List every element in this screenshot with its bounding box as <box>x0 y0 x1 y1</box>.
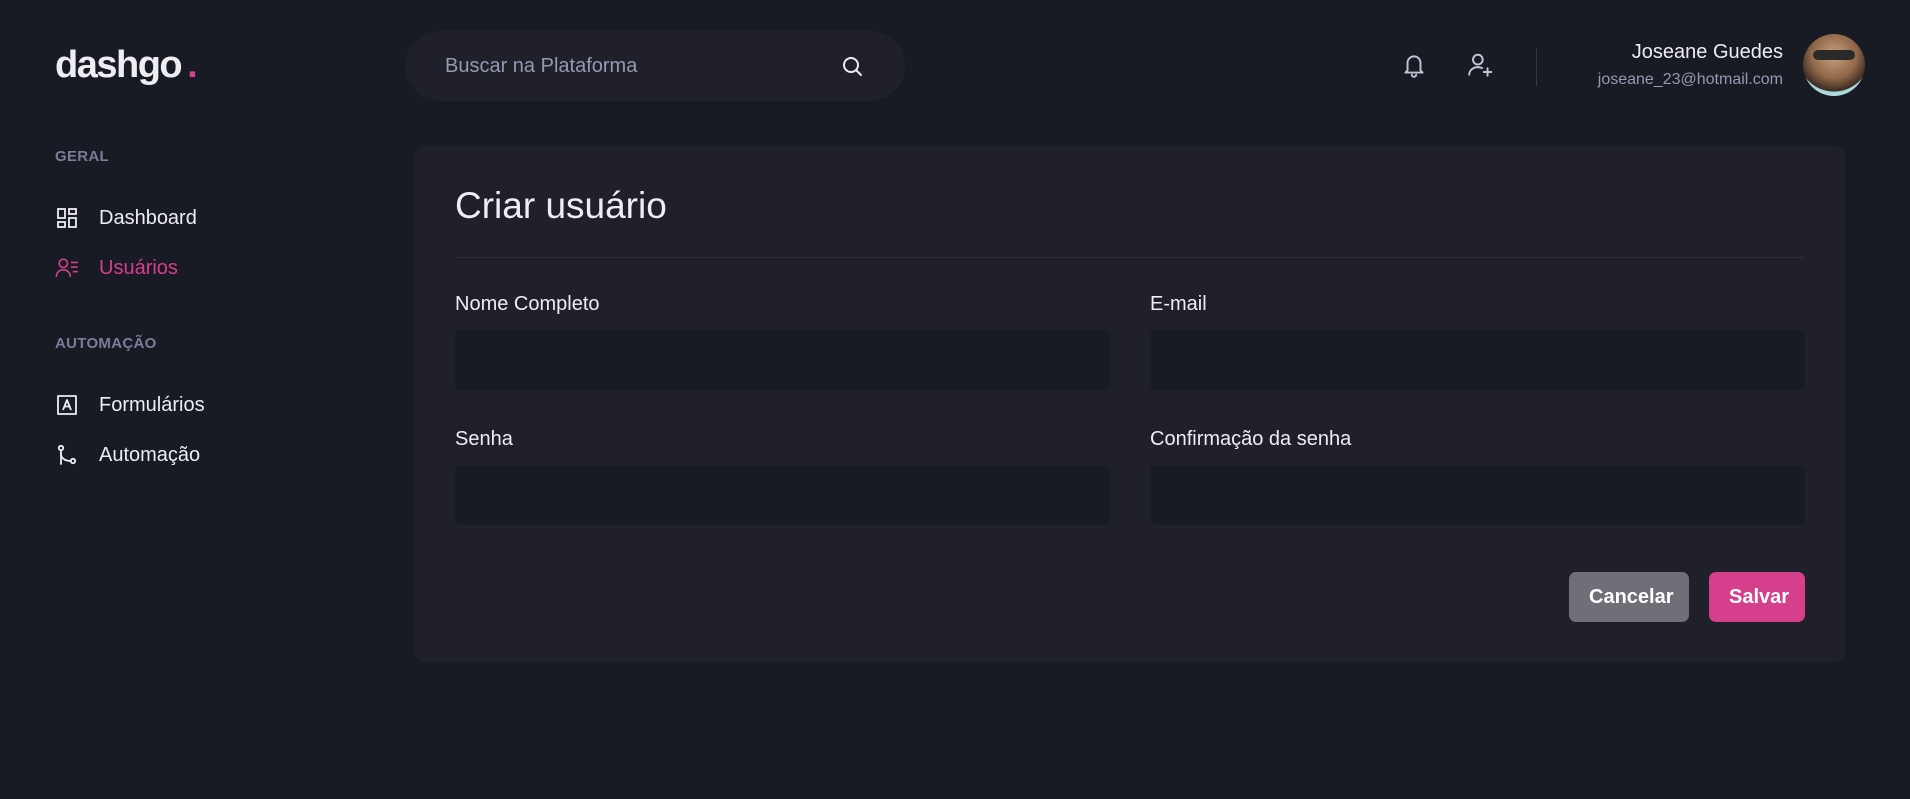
profile-name: Joseane Guedes <box>1631 40 1783 63</box>
header-actions <box>1400 50 1494 80</box>
password-confirm-label: Confirmação da senha <box>1150 427 1352 450</box>
password-confirm-field[interactable] <box>1150 464 1805 525</box>
sidebar: GERAL Dashboard Usuários AUTOMAÇÃO Formu… <box>55 148 355 492</box>
name-field[interactable] <box>455 329 1110 390</box>
email-field[interactable] <box>1150 329 1805 390</box>
logo-text: dashgo <box>55 44 183 86</box>
form-actions: Cancelar Salvar <box>1569 572 1805 622</box>
profile-info: Joseane Guedes joseane_23@hotmail.com <box>1598 39 1783 91</box>
sidebar-nav: Formulários Automação <box>55 392 355 468</box>
bell-icon[interactable] <box>1400 50 1428 80</box>
sidebar-item-automacao[interactable]: Automação <box>55 442 355 468</box>
avatar[interactable] <box>1803 34 1865 96</box>
form-icon <box>55 393 79 417</box>
search-input[interactable] <box>445 54 839 78</box>
password-field[interactable] <box>455 464 1110 525</box>
sidebar-section-title: GERAL <box>55 148 109 165</box>
password-label: Senha <box>455 427 513 450</box>
sidebar-item-dashboard[interactable]: Dashboard <box>55 205 355 231</box>
user-profile[interactable]: Joseane Guedes joseane_23@hotmail.com <box>1598 34 1865 96</box>
sidebar-section-automacao: AUTOMAÇÃO Formulários Automação <box>55 335 355 468</box>
profile-email: joseane_23@hotmail.com <box>1597 70 1783 88</box>
cancel-button[interactable]: Cancelar <box>1569 572 1689 622</box>
create-user-form: Nome Completo E-mail Senha Confirmação d… <box>455 293 1805 525</box>
git-branch-icon <box>55 443 79 467</box>
dashboard-icon <box>55 206 79 230</box>
sidebar-item-label: Formulários <box>99 393 205 416</box>
sidebar-item-formularios[interactable]: Formulários <box>55 392 355 418</box>
sidebar-item-label: Usuários <box>99 256 178 279</box>
search-bar <box>405 31 905 101</box>
form-field-name: Nome Completo <box>455 293 1110 390</box>
sidebar-nav: Dashboard Usuários <box>55 205 355 281</box>
sidebar-section-title: AUTOMAÇÃO <box>55 335 157 352</box>
users-icon <box>55 256 79 280</box>
form-field-password-confirm: Confirmação da senha <box>1150 428 1805 525</box>
form-field-email: E-mail <box>1150 293 1805 390</box>
app: dashgo. Joseane Guedes joseane_23@hot <box>0 0 1910 799</box>
sidebar-item-label: Dashboard <box>99 206 197 229</box>
form-field-password: Senha <box>455 428 1110 525</box>
logo[interactable]: dashgo. <box>55 44 198 87</box>
title-divider <box>455 256 1805 258</box>
create-user-card: Criar usuário Nome Completo E-mail Senha… <box>415 146 1845 662</box>
save-button[interactable]: Salvar <box>1709 572 1805 622</box>
sidebar-item-label: Automação <box>99 443 201 466</box>
name-label: Nome Completo <box>455 292 600 315</box>
logo-dot: . <box>187 44 198 86</box>
sidebar-item-usuarios[interactable]: Usuários <box>55 255 355 281</box>
header-divider <box>1536 48 1537 86</box>
sidebar-section-geral: GERAL Dashboard Usuários <box>55 148 355 281</box>
user-add-icon[interactable] <box>1466 50 1494 80</box>
search-icon[interactable] <box>839 53 865 79</box>
page-title: Criar usuário <box>455 185 667 226</box>
email-label: E-mail <box>1150 292 1207 315</box>
